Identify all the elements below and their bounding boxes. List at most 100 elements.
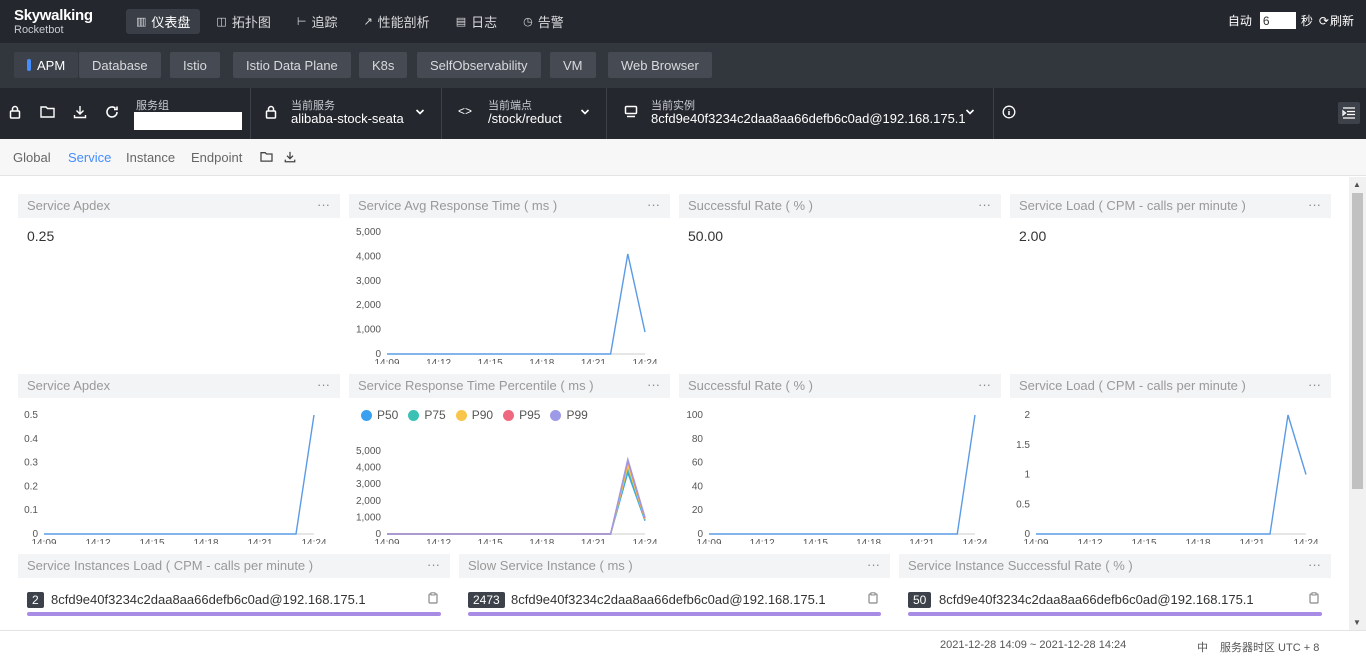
divider xyxy=(993,88,994,139)
more-options-icon[interactable]: ··· xyxy=(317,193,330,217)
y-tick-label: 2,000 xyxy=(356,496,381,507)
more-options-icon[interactable]: ··· xyxy=(1308,193,1321,217)
y-tick-label: 5,000 xyxy=(356,227,381,238)
export-download-icon[interactable] xyxy=(284,151,296,166)
y-tick-label: 0.1 xyxy=(24,505,38,516)
layer-tab-apm[interactable]: APM xyxy=(14,52,79,78)
info-icon[interactable] xyxy=(1001,105,1017,121)
copy-icon[interactable] xyxy=(868,592,878,607)
card-title-text: Service Avg Response Time ( ms ) xyxy=(358,198,558,213)
nav-item-topology[interactable]: ◫ 拓扑图 xyxy=(206,9,280,34)
vertical-scrollbar[interactable]: ▲ ▼ xyxy=(1349,177,1366,630)
y-tick-label: 2 xyxy=(1024,410,1030,421)
auto-label: 自动 xyxy=(1227,14,1252,28)
more-options-icon[interactable]: ··· xyxy=(1308,373,1321,397)
x-tick-label: 14:09 xyxy=(374,538,399,544)
copy-icon[interactable] xyxy=(1309,592,1319,607)
layer-tab-database[interactable]: Database xyxy=(79,52,161,78)
more-options-icon[interactable]: ··· xyxy=(867,553,880,577)
more-options-icon[interactable]: ··· xyxy=(427,553,440,577)
current-service-selector[interactable]: 当前服务 alibaba-stock-seata xyxy=(251,88,441,139)
x-tick-label: 14:24 xyxy=(632,538,657,544)
card-title-text: Service Load ( CPM - calls per minute ) xyxy=(1019,378,1246,393)
nav-item-profile[interactable]: ↗ 性能剖析 xyxy=(353,9,439,34)
reload-icon[interactable] xyxy=(104,105,120,121)
card-title-text: Successful Rate ( % ) xyxy=(688,378,813,393)
lock-icon[interactable] xyxy=(7,105,23,121)
language-toggle[interactable]: 中 xyxy=(1197,639,1208,655)
time-range[interactable]: 2021-12-28 14:09 ~ 2021-12-28 14:24 xyxy=(940,639,1126,651)
layer-tab-web-browser[interactable]: Web Browser xyxy=(608,52,712,78)
current-service-value: alibaba-stock-seata xyxy=(291,111,404,126)
more-options-icon[interactable]: ··· xyxy=(647,193,660,217)
current-endpoint-selector[interactable]: <> 当前端点 /stock/reduct xyxy=(442,88,606,139)
chevron-down-icon xyxy=(580,106,590,120)
more-options-icon[interactable]: ··· xyxy=(1308,553,1321,577)
x-tick-label: 14:09 xyxy=(31,538,56,544)
y-tick-label: 1 xyxy=(1024,470,1030,481)
auto-refresh-interval-input[interactable] xyxy=(1259,12,1296,29)
layer-tab-istio[interactable]: Istio xyxy=(170,52,220,78)
x-tick-label: 14:09 xyxy=(1023,538,1048,544)
service-apdex-chart-card: Service Apdex··· 00.10.20.30.40.514:0912… xyxy=(18,374,340,544)
successful-rate-chart-card: Successful Rate ( % ) ··· 0 20 40 60 80 100 14:… xyxy=(679,374,1001,544)
tab-endpoint[interactable]: Endpoint xyxy=(191,150,242,165)
skywalking-logo[interactable]: Skywalking Rocketbot xyxy=(14,8,93,37)
card-title-text: Service Instance Successful Rate ( % ) xyxy=(908,558,1133,573)
refresh-button[interactable]: ⟳ 刷新 xyxy=(1319,12,1354,29)
series-line xyxy=(44,414,315,535)
layer-tab-vm[interactable]: VM xyxy=(550,52,596,78)
x-tick-label: 14:09 xyxy=(696,538,721,544)
layer-tab-istio-data-plane[interactable]: Istio Data Plane xyxy=(233,52,351,78)
tab-instance[interactable]: Instance xyxy=(126,150,175,165)
tab-service[interactable]: Service xyxy=(68,150,111,165)
x-tick-label: 14:15 xyxy=(1131,538,1156,544)
download-icon[interactable] xyxy=(72,105,88,121)
card-title-text: Slow Service Instance ( ms ) xyxy=(468,558,633,573)
card-title: Successful Rate ( % ) ··· xyxy=(679,194,1001,218)
series-line xyxy=(387,253,646,355)
nav-item-trace[interactable]: ⊢ 追踪 xyxy=(287,9,348,34)
list-item[interactable]: 2473 8cfd9e40f3234c2daa8aa66defb6c0ad@19… xyxy=(468,592,881,618)
scroll-up-icon[interactable]: ▲ xyxy=(1353,180,1361,189)
service-group-input[interactable] xyxy=(134,112,242,130)
auto-refresh-controls: 自动 秒 ⟳ 刷新 xyxy=(1228,12,1354,29)
service-load-card: Service Load ( CPM - calls per minute ) ·… xyxy=(1010,194,1331,364)
card-title: Service Apdex ··· xyxy=(18,374,340,398)
scrollbar-thumb[interactable] xyxy=(1352,193,1363,489)
card-title: Service Instances Load ( CPM - calls per… xyxy=(18,554,450,578)
successful-rate-card: Successful Rate ( % ) ··· 50.00 xyxy=(679,194,1001,364)
card-title: Service Instance Successful Rate ( % ) ··… xyxy=(899,554,1331,578)
more-options-icon[interactable]: ··· xyxy=(647,373,660,397)
x-tick-label: 14:24 xyxy=(962,538,987,544)
list-item[interactable]: 50 8cfd9e40f3234c2daa8aa66defb6c0ad@192.… xyxy=(908,592,1322,618)
tab-global[interactable]: Global xyxy=(13,150,51,165)
layer-tab-selfobservability[interactable]: SelfObservability xyxy=(417,52,541,78)
nav-item-alarm[interactable]: ◷ 告警 xyxy=(513,9,574,34)
current-instance-selector[interactable]: 当前实例 8cfd9e40f3234c2daa8aa66defb6c0ad@19… xyxy=(607,88,993,139)
layer-tab-k8s[interactable]: K8s xyxy=(359,52,408,78)
more-options-icon[interactable]: ··· xyxy=(317,373,330,397)
server-timezone: 服务器时区 UTC + 8 xyxy=(1220,642,1320,654)
series-line xyxy=(387,470,646,535)
nav-item-dashboard[interactable]: ▥ 仪表盘 xyxy=(126,9,201,34)
y-tick-label: 1,000 xyxy=(356,512,381,523)
list-item[interactable]: 2 8cfd9e40f3234c2daa8aa66defb6c0ad@192.1… xyxy=(27,592,441,618)
nav-item-log[interactable]: ▤ 日志 xyxy=(446,9,507,34)
y-tick-label: 0.2 xyxy=(24,481,38,492)
scroll-down-icon[interactable]: ▼ xyxy=(1353,618,1361,627)
import-folder-icon[interactable] xyxy=(260,151,273,165)
series-line xyxy=(387,466,646,535)
code-icon: <> xyxy=(457,104,472,118)
x-tick-label: 14:12 xyxy=(426,538,451,544)
more-options-icon[interactable]: ··· xyxy=(978,373,991,397)
menu-toggle-icon[interactable] xyxy=(1338,102,1360,124)
copy-icon[interactable] xyxy=(428,592,438,607)
brand-sub: Rocketbot xyxy=(14,24,64,36)
more-options-icon[interactable]: ··· xyxy=(978,193,991,217)
folder-icon[interactable] xyxy=(39,105,55,121)
service-load-chart-card: Service Load ( CPM - calls per minute ) ·… xyxy=(1010,374,1331,544)
card-title: Service Response Time Percentile ( ms ) ·… xyxy=(349,374,670,398)
nav-item-label: 告警 xyxy=(537,15,564,30)
refresh-label: 刷新 xyxy=(1329,14,1354,28)
